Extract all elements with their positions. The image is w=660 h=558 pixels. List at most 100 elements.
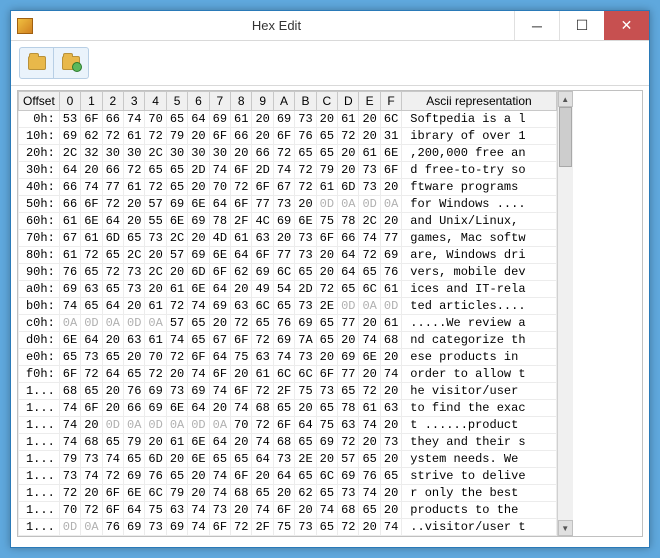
hex-byte[interactable]: 66: [59, 179, 80, 196]
hex-byte[interactable]: 6E: [188, 196, 209, 213]
hex-byte[interactable]: 65: [273, 298, 294, 315]
column-header[interactable]: 0: [59, 92, 80, 111]
hex-byte[interactable]: 30: [166, 145, 187, 162]
hex-byte[interactable]: 6E: [295, 213, 316, 230]
hex-byte[interactable]: 20: [124, 213, 145, 230]
hex-byte[interactable]: 63: [252, 230, 273, 247]
hex-byte[interactable]: 20: [124, 349, 145, 366]
hex-byte[interactable]: 20: [316, 247, 337, 264]
column-header[interactable]: Ascii representation: [402, 92, 556, 111]
hex-byte[interactable]: 66: [124, 400, 145, 417]
table-row[interactable]: 0h:536F667470656469612069732061206CSoftp…: [19, 111, 557, 128]
hex-byte[interactable]: 65: [338, 383, 359, 400]
hex-byte[interactable]: 6F: [231, 332, 252, 349]
hex-byte[interactable]: 20: [380, 349, 401, 366]
hex-byte[interactable]: 66: [338, 230, 359, 247]
hex-byte[interactable]: 6F: [102, 502, 123, 519]
hex-byte[interactable]: 54: [273, 281, 294, 298]
hex-byte[interactable]: 61: [166, 281, 187, 298]
hex-byte[interactable]: 2D: [252, 162, 273, 179]
hex-byte[interactable]: 76: [359, 468, 380, 485]
hex-byte[interactable]: 20: [188, 468, 209, 485]
hex-byte[interactable]: 6C: [359, 281, 380, 298]
hex-byte[interactable]: 20: [295, 400, 316, 417]
hex-byte[interactable]: 73: [124, 281, 145, 298]
hex-byte[interactable]: 73: [59, 468, 80, 485]
hex-byte[interactable]: 79: [124, 434, 145, 451]
table-row[interactable]: b0h:7465642061727469636C65732E0D0A0Dted …: [19, 298, 557, 315]
hex-byte[interactable]: 73: [81, 451, 102, 468]
hex-byte[interactable]: 76: [145, 468, 166, 485]
column-header[interactable]: 8: [231, 92, 252, 111]
hex-byte[interactable]: 65: [295, 145, 316, 162]
hex-byte[interactable]: 0D: [145, 417, 166, 434]
hex-byte[interactable]: 77: [252, 196, 273, 213]
hex-byte[interactable]: 65: [166, 468, 187, 485]
scrollbar-track[interactable]: [558, 107, 573, 520]
hex-byte[interactable]: 79: [316, 162, 337, 179]
hex-byte[interactable]: 61: [124, 128, 145, 145]
hex-byte[interactable]: 6E: [81, 213, 102, 230]
hex-byte[interactable]: 63: [252, 349, 273, 366]
hex-byte[interactable]: 2E: [295, 451, 316, 468]
hex-byte[interactable]: 65: [124, 451, 145, 468]
hex-byte[interactable]: 72: [231, 179, 252, 196]
hex-byte[interactable]: 73: [295, 230, 316, 247]
column-header[interactable]: 7: [209, 92, 230, 111]
table-row[interactable]: d0h:6E642063617465676F72697A65207468nd c…: [19, 332, 557, 349]
hex-byte[interactable]: 20: [252, 111, 273, 128]
hex-byte[interactable]: 6F: [231, 468, 252, 485]
hex-byte[interactable]: 65: [209, 451, 230, 468]
hex-byte[interactable]: 20: [231, 281, 252, 298]
hex-byte[interactable]: 72: [359, 247, 380, 264]
hex-byte[interactable]: 73: [295, 519, 316, 536]
hex-byte[interactable]: 74: [59, 400, 80, 417]
hex-byte[interactable]: 64: [102, 213, 123, 230]
hex-byte[interactable]: 77: [338, 315, 359, 332]
hex-byte[interactable]: 72: [166, 298, 187, 315]
hex-byte[interactable]: 74: [59, 434, 80, 451]
hex-byte[interactable]: 69: [295, 315, 316, 332]
hex-byte[interactable]: 20: [145, 247, 166, 264]
hex-byte[interactable]: 68: [380, 332, 401, 349]
hex-byte[interactable]: 72: [145, 128, 166, 145]
hex-byte[interactable]: 0D: [338, 298, 359, 315]
hex-byte[interactable]: 6E: [166, 213, 187, 230]
hex-byte[interactable]: 68: [338, 502, 359, 519]
table-row[interactable]: c0h:0A0D0A0D0A5765207265766965772061....…: [19, 315, 557, 332]
hex-byte[interactable]: 20: [209, 400, 230, 417]
hex-byte[interactable]: 6F: [316, 230, 337, 247]
hex-byte[interactable]: 73: [338, 485, 359, 502]
hex-byte[interactable]: 73: [295, 349, 316, 366]
hex-byte[interactable]: 74: [252, 502, 273, 519]
hex-byte[interactable]: 6F: [273, 128, 294, 145]
hex-byte[interactable]: 6C: [252, 298, 273, 315]
hex-byte[interactable]: 68: [252, 400, 273, 417]
hex-byte[interactable]: 65: [316, 519, 337, 536]
hex-byte[interactable]: 2C: [166, 230, 187, 247]
hex-byte[interactable]: 0A: [102, 315, 123, 332]
hex-byte[interactable]: 20: [166, 451, 187, 468]
table-row[interactable]: 10h:696272617279206F66206F7665722031ibra…: [19, 128, 557, 145]
hex-byte[interactable]: 20: [316, 264, 337, 281]
hex-byte[interactable]: 74: [209, 383, 230, 400]
column-header[interactable]: 6: [188, 92, 209, 111]
hex-byte[interactable]: 53: [59, 111, 80, 128]
hex-byte[interactable]: 72: [145, 179, 166, 196]
hex-byte[interactable]: 77: [273, 247, 294, 264]
hex-byte[interactable]: 64: [338, 247, 359, 264]
hex-byte[interactable]: 73: [124, 264, 145, 281]
hex-byte[interactable]: 72: [102, 196, 123, 213]
hex-byte[interactable]: 73: [295, 111, 316, 128]
hex-byte[interactable]: 79: [59, 451, 80, 468]
table-row[interactable]: 1...73747269766520746F2064656C697665stri…: [19, 468, 557, 485]
hex-byte[interactable]: 61: [231, 111, 252, 128]
hex-byte[interactable]: 0D: [59, 519, 80, 536]
hex-byte[interactable]: 4D: [209, 230, 230, 247]
hex-byte[interactable]: 79: [166, 485, 187, 502]
hex-byte[interactable]: 72: [359, 383, 380, 400]
hex-byte[interactable]: 31: [380, 128, 401, 145]
hex-byte[interactable]: 20: [231, 502, 252, 519]
hex-byte[interactable]: 64: [295, 417, 316, 434]
hex-byte[interactable]: 74: [380, 519, 401, 536]
